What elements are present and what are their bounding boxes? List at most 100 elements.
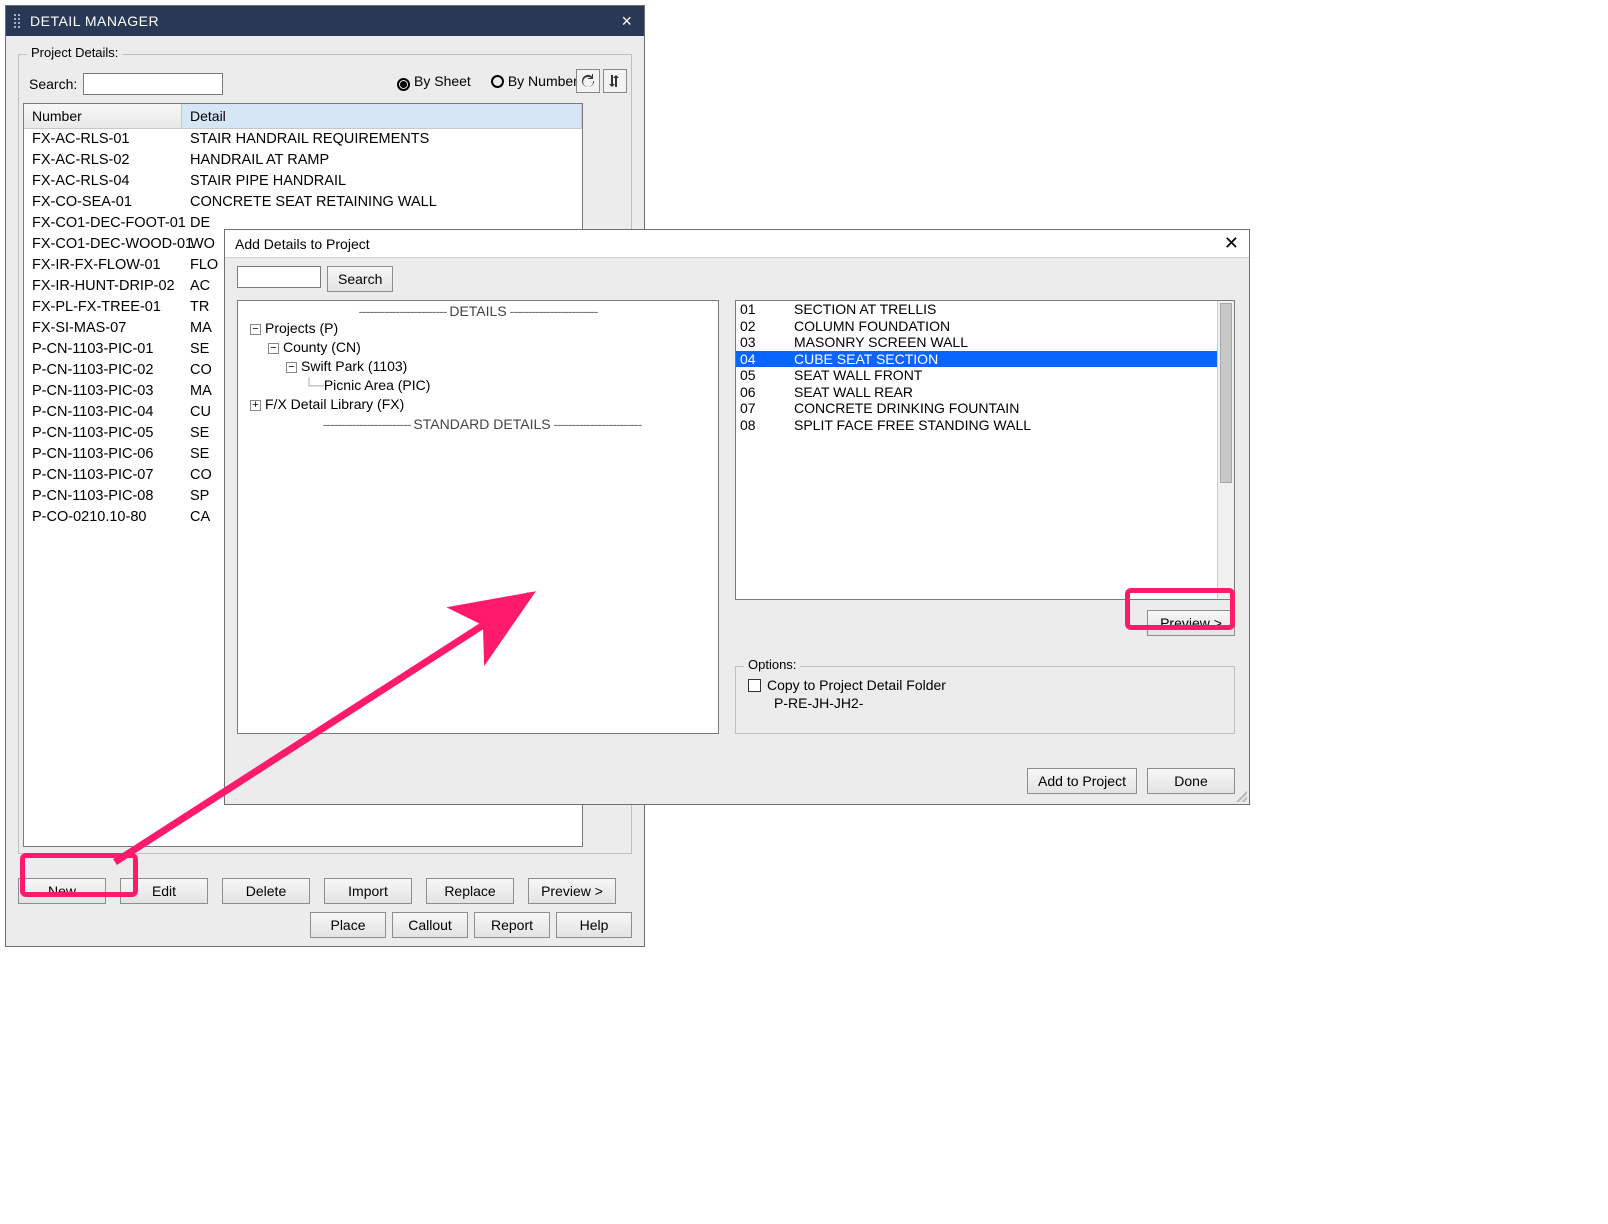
list-item-name: COLUMN FOUNDATION [794, 318, 950, 335]
column-number[interactable]: Number [24, 104, 182, 128]
column-detail[interactable]: Detail [182, 104, 582, 128]
help-button[interactable]: Help [556, 912, 632, 938]
cell-number: FX-AC-RLS-01 [24, 129, 182, 150]
list-item-name: SEAT WALL FRONT [794, 367, 922, 384]
list-item[interactable]: 08SPLIT FACE FREE STANDING WALL [736, 417, 1234, 434]
copy-checkbox-label: Copy to Project Detail Folder [767, 677, 946, 693]
copy-checkbox[interactable] [748, 679, 761, 692]
report-button[interactable]: Report [474, 912, 550, 938]
tree-node-projects[interactable]: Projects (P) [265, 320, 338, 336]
cell-number: FX-AC-RLS-02 [24, 150, 182, 171]
tree-search-button[interactable]: Search [327, 266, 393, 292]
tree-section-standard: STANDARD DETAILS [323, 416, 642, 432]
list-item-number: 01 [740, 301, 794, 318]
add-to-project-button[interactable]: Add to Project [1027, 768, 1137, 794]
list-item-number: 02 [740, 318, 794, 335]
cell-number: P-CN-1103-PIC-04 [24, 402, 182, 423]
close-icon[interactable]: × [617, 11, 636, 32]
radio-by-number[interactable]: By Number [491, 73, 578, 89]
list-item-name: MASONRY SCREEN WALL [794, 334, 968, 351]
table-row[interactable]: FX-CO-SEA-01CONCRETE SEAT RETAINING WALL [24, 192, 582, 213]
list-item-name: CUBE SEAT SECTION [794, 351, 938, 368]
list-item[interactable]: 05SEAT WALL FRONT [736, 367, 1234, 384]
detail-manager-title: DETAIL MANAGER [30, 13, 617, 29]
cell-number: P-CN-1103-PIC-06 [24, 444, 182, 465]
radio-icon [491, 75, 504, 88]
list-item[interactable]: 06SEAT WALL REAR [736, 384, 1234, 401]
list-item-number: 03 [740, 334, 794, 351]
tree-node-fx-library[interactable]: F/X Detail Library (FX) [265, 396, 404, 412]
cell-number: P-CN-1103-PIC-03 [24, 381, 182, 402]
cell-number: P-CN-1103-PIC-02 [24, 360, 182, 381]
import-button[interactable]: Import [324, 878, 412, 904]
list-item[interactable]: 07CONCRETE DRINKING FOUNTAIN [736, 400, 1234, 417]
collapse-icon[interactable]: − [286, 362, 297, 373]
table-row[interactable]: FX-AC-RLS-02HANDRAIL AT RAMP [24, 150, 582, 171]
tree-node-swift[interactable]: Swift Park (1103) [301, 358, 407, 374]
resize-grip-icon[interactable] [1233, 788, 1247, 802]
cell-number: P-CN-1103-PIC-07 [24, 465, 182, 486]
cell-detail: HANDRAIL AT RAMP [182, 150, 582, 171]
detail-manager-titlebar[interactable]: DETAIL MANAGER × [6, 6, 644, 36]
details-tree[interactable]: DETAILS −Projects (P) −County (CN) −Swif… [237, 300, 719, 734]
edit-button[interactable]: Edit [120, 878, 208, 904]
cell-number: P-CN-1103-PIC-01 [24, 339, 182, 360]
list-item[interactable]: 04CUBE SEAT SECTION [736, 351, 1234, 368]
list-item-name: SPLIT FACE FREE STANDING WALL [794, 417, 1031, 434]
table-row[interactable]: FX-AC-RLS-04STAIR PIPE HANDRAIL [24, 171, 582, 192]
cell-number: FX-CO1-DEC-FOOT-01 [24, 213, 182, 234]
tree-search-input[interactable] [237, 266, 321, 288]
scrollbar[interactable] [1217, 301, 1234, 599]
tree-section-details: DETAILS [359, 303, 598, 319]
close-icon[interactable]: ✕ [1224, 233, 1239, 254]
expand-icon[interactable]: + [250, 400, 261, 411]
collapse-icon[interactable]: − [250, 324, 261, 335]
refresh-icon[interactable] [576, 69, 600, 93]
cell-number: P-CO-0210.10-80 [24, 507, 182, 528]
radio-icon [397, 78, 410, 91]
sort-icon[interactable] [603, 69, 627, 93]
tree-node-county[interactable]: County (CN) [283, 339, 361, 355]
details-list[interactable]: 01SECTION AT TRELLIS02COLUMN FOUNDATION0… [735, 300, 1235, 600]
list-item-number: 05 [740, 367, 794, 384]
list-item-name: CONCRETE DRINKING FOUNTAIN [794, 400, 1019, 417]
list-item-name: SECTION AT TRELLIS [794, 301, 936, 318]
new-button[interactable]: New [18, 878, 106, 904]
cell-number: P-CN-1103-PIC-05 [24, 423, 182, 444]
add-details-titlebar[interactable]: Add Details to Project ✕ [225, 230, 1249, 258]
cell-number: FX-PL-FX-TREE-01 [24, 297, 182, 318]
list-item[interactable]: 02COLUMN FOUNDATION [736, 318, 1234, 335]
list-item-number: 04 [740, 351, 794, 368]
delete-button[interactable]: Delete [222, 878, 310, 904]
radio-by-sheet[interactable]: By Sheet [397, 73, 471, 89]
collapse-icon[interactable]: − [268, 343, 279, 354]
preview-button[interactable]: Preview > [528, 878, 616, 904]
list-item-name: SEAT WALL REAR [794, 384, 913, 401]
tree-node-picnic[interactable]: Picnic Area (PIC) [324, 377, 431, 393]
add-details-dialog: Add Details to Project ✕ Search DETAILS … [224, 229, 1250, 805]
preview-selected-button[interactable]: Preview > [1147, 610, 1235, 636]
done-button[interactable]: Done [1147, 768, 1235, 794]
cell-detail: STAIR PIPE HANDRAIL [182, 171, 582, 192]
copy-path: P-RE-JH-JH2- [748, 695, 1222, 711]
add-details-title: Add Details to Project [235, 236, 1224, 252]
cell-number: FX-SI-MAS-07 [24, 318, 182, 339]
project-details-label: Project Details: [27, 45, 122, 60]
callout-button[interactable]: Callout [392, 912, 468, 938]
search-label: Search: [29, 76, 77, 92]
cell-number: FX-AC-RLS-04 [24, 171, 182, 192]
list-item-number: 08 [740, 417, 794, 434]
list-item-number: 06 [740, 384, 794, 401]
options-group: Options: Copy to Project Detail Folder P… [735, 666, 1235, 734]
list-item-number: 07 [740, 400, 794, 417]
search-input[interactable] [83, 73, 223, 95]
replace-button[interactable]: Replace [426, 878, 514, 904]
table-row[interactable]: FX-AC-RLS-01STAIR HANDRAIL REQUIREMENTS [24, 129, 582, 150]
place-button[interactable]: Place [310, 912, 386, 938]
cell-detail: STAIR HANDRAIL REQUIREMENTS [182, 129, 582, 150]
scrollbar-thumb[interactable] [1220, 303, 1232, 483]
list-item[interactable]: 01SECTION AT TRELLIS [736, 301, 1234, 318]
list-item[interactable]: 03MASONRY SCREEN WALL [736, 334, 1234, 351]
options-label: Options: [744, 657, 800, 672]
grip-icon [14, 14, 22, 28]
